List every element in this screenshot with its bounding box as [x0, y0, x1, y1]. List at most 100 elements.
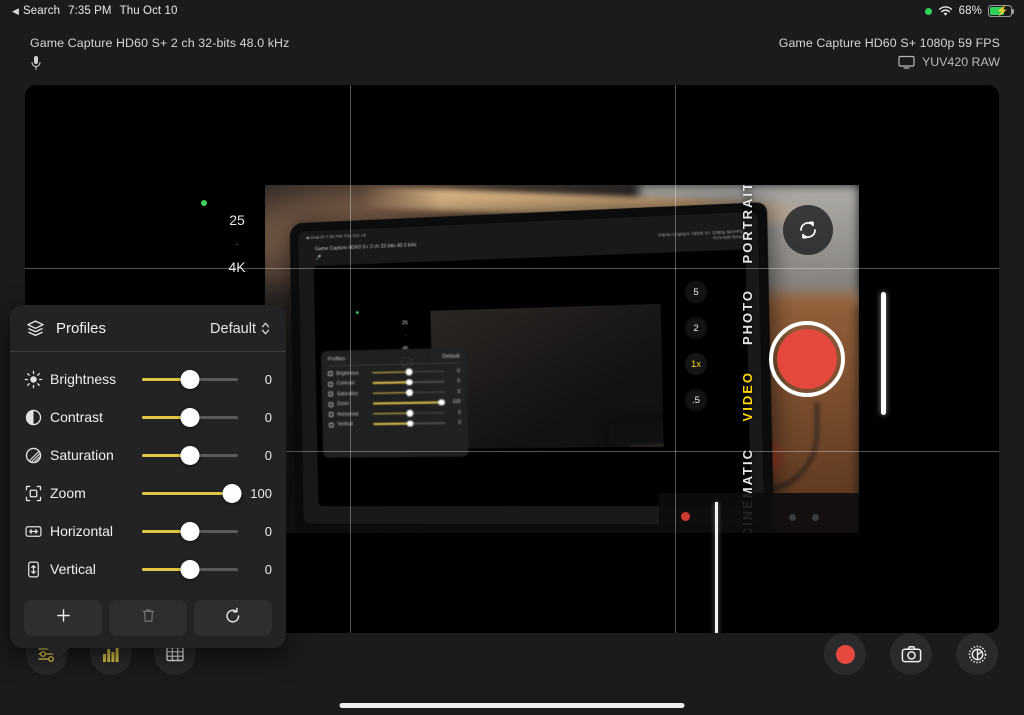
- profile-selector[interactable]: Default: [210, 321, 270, 337]
- profiles-title-group: Profiles: [26, 319, 106, 338]
- mini-slider-label: Horizontal: [337, 411, 359, 418]
- captured-video-feed: ◀ Search 7:35 PM Thu Oct 10 Game Capture…: [265, 185, 859, 533]
- mini-slider-track: [372, 379, 445, 386]
- brightness-sun-icon: [24, 370, 50, 389]
- mini-selected-profile: Default: [442, 353, 460, 360]
- display-icon: [898, 55, 915, 69]
- captured-ipad-level-2: [607, 410, 664, 449]
- camera-zoom-rail: 5 2 1x .5: [685, 281, 707, 411]
- slider-label: Brightness: [50, 371, 117, 387]
- battery-percent-label: 68%: [958, 5, 982, 17]
- camera-shutter-core: [777, 329, 837, 389]
- slider-row-brightness[interactable]: Brightness 0: [24, 360, 272, 398]
- mini-slider-value: 0: [457, 378, 461, 385]
- toolbar-right-group: [824, 633, 998, 675]
- back-triangle-icon[interactable]: ◀: [12, 6, 19, 17]
- mini-slider-value: 0: [457, 388, 461, 395]
- home-indicator[interactable]: [339, 703, 685, 708]
- profiles-label: Profiles: [56, 320, 107, 337]
- mini-slider-value: 0: [458, 419, 462, 426]
- slider-control[interactable]: [142, 559, 238, 579]
- mini-slider-label: Contrast: [336, 380, 355, 387]
- profile-actions: [10, 592, 286, 636]
- slider-value: 0: [264, 409, 272, 425]
- settings-button[interactable]: [956, 633, 998, 675]
- mini-contrast-circle-icon: [328, 381, 333, 387]
- status-bar-left: ◀ Search 7:35 PM Thu Oct 10: [12, 5, 178, 17]
- mini-slider-row: Brightness 0: [327, 367, 460, 377]
- mini-slider-track: [373, 420, 446, 427]
- horizontal-arrows-icon: [24, 522, 50, 541]
- profiles-header: Profiles Default: [10, 305, 286, 352]
- saturation-circle-icon: [24, 446, 50, 465]
- slider-control[interactable]: [142, 483, 242, 503]
- mini-slider-track: [372, 368, 445, 376]
- mini-slider-value: 0: [457, 367, 460, 374]
- mini-slider-value: 0: [457, 409, 461, 416]
- microphone-icon: [30, 55, 42, 71]
- slider-label: Horizontal: [50, 523, 114, 539]
- mini-slider-row: Zoom 100: [328, 399, 461, 408]
- mini-panel-header: Profiles Default: [327, 353, 460, 367]
- record-button[interactable]: [824, 633, 866, 675]
- audio-source-info: Game Capture HD60 S+ 2 ch 32-bits 48.0 k…: [30, 36, 289, 71]
- adjustments-panel[interactable]: Profiles Default Brightness 0 Contrast 0…: [10, 305, 286, 659]
- audio-source-label: Game Capture HD60 S+ 2 ch 32-bits 48.0 k…: [30, 36, 290, 50]
- slider-row-saturation[interactable]: Saturation 0: [24, 436, 272, 474]
- mini-slider-label: Saturation: [336, 390, 359, 397]
- reset-profile-button[interactable]: [194, 600, 272, 636]
- video-format-row: YUV420 RAW: [779, 55, 1000, 69]
- mini-separator: ·: [404, 333, 407, 340]
- snapshot-button[interactable]: [890, 633, 932, 675]
- reset-arrow-icon: [224, 607, 242, 630]
- mini-slider-track: [372, 399, 445, 406]
- slider-thumb[interactable]: [180, 407, 200, 427]
- status-back-label[interactable]: Search: [23, 5, 60, 17]
- mini-zoom-frame-icon: [328, 401, 334, 407]
- battery-charging-bolt-icon: ⚡: [996, 5, 1009, 17]
- chevron-up-down-icon: [261, 321, 270, 336]
- slider-control[interactable]: [142, 521, 238, 541]
- slider-thumb[interactable]: [180, 445, 200, 465]
- mini-adjustments-panel: Profiles Default Brightness 0 Contrast 0…: [320, 347, 469, 458]
- capture-fps-label: 25: [229, 212, 245, 228]
- camera-zoom-1x: 1x: [685, 353, 707, 375]
- camera-mode-portrait: PORTRAIT: [740, 185, 755, 264]
- mini-slider-label: Zoom: [336, 401, 350, 408]
- mini-slider-value: 100: [452, 399, 461, 406]
- mini-slider-row: Saturation 0: [328, 389, 460, 397]
- feed-recording-dot: [201, 200, 207, 206]
- device-info-bar: Game Capture HD60 S+ 2 ch 32-bits 48.0 k…: [0, 36, 1024, 78]
- mini-fps-label: 25: [402, 320, 408, 327]
- mini-slider-track: [373, 410, 446, 417]
- slider-control[interactable]: [142, 445, 238, 465]
- slider-label: Saturation: [50, 447, 114, 463]
- slider-row-vertical[interactable]: Vertical 0: [24, 550, 272, 588]
- delete-profile-button[interactable]: [109, 600, 187, 636]
- camera-mode-video: VIDEO: [740, 371, 755, 422]
- slider-thumb[interactable]: [180, 521, 200, 541]
- captured-phone-dots: [789, 514, 819, 521]
- slider-row-zoom[interactable]: Zoom 100: [24, 474, 272, 512]
- slider-row-contrast[interactable]: Contrast 0: [24, 398, 272, 436]
- mini-slider-row: Vertical 0: [328, 419, 462, 428]
- slider-row-horizontal[interactable]: Horizontal 0: [24, 512, 272, 550]
- slider-list: Brightness 0 Contrast 0 Saturation 0 Zoo…: [10, 352, 286, 592]
- mini-saturation-circle-icon: [328, 391, 334, 397]
- camera-zoom-5x: 5: [685, 281, 707, 303]
- slider-thumb[interactable]: [222, 483, 242, 503]
- camera-zoom-2x: 2: [685, 317, 707, 339]
- slider-thumb[interactable]: [180, 559, 200, 579]
- scene-bright-vertical-bar-2: [715, 502, 718, 633]
- mini-slider-row: Horizontal 0: [328, 409, 461, 418]
- video-source-label: Game Capture HD60 S+ 1080p 59 FPS: [778, 36, 1000, 50]
- mini-profiles-label: Profiles: [327, 356, 346, 363]
- captured-record-dot: [681, 512, 690, 521]
- capture-resolution-label: 4K: [228, 259, 246, 275]
- slider-thumb[interactable]: [180, 369, 200, 389]
- mini-recording-dot: [355, 311, 359, 315]
- plus-icon: [55, 607, 72, 629]
- slider-control[interactable]: [142, 369, 238, 389]
- slider-control[interactable]: [142, 407, 238, 427]
- add-profile-button[interactable]: [24, 600, 102, 636]
